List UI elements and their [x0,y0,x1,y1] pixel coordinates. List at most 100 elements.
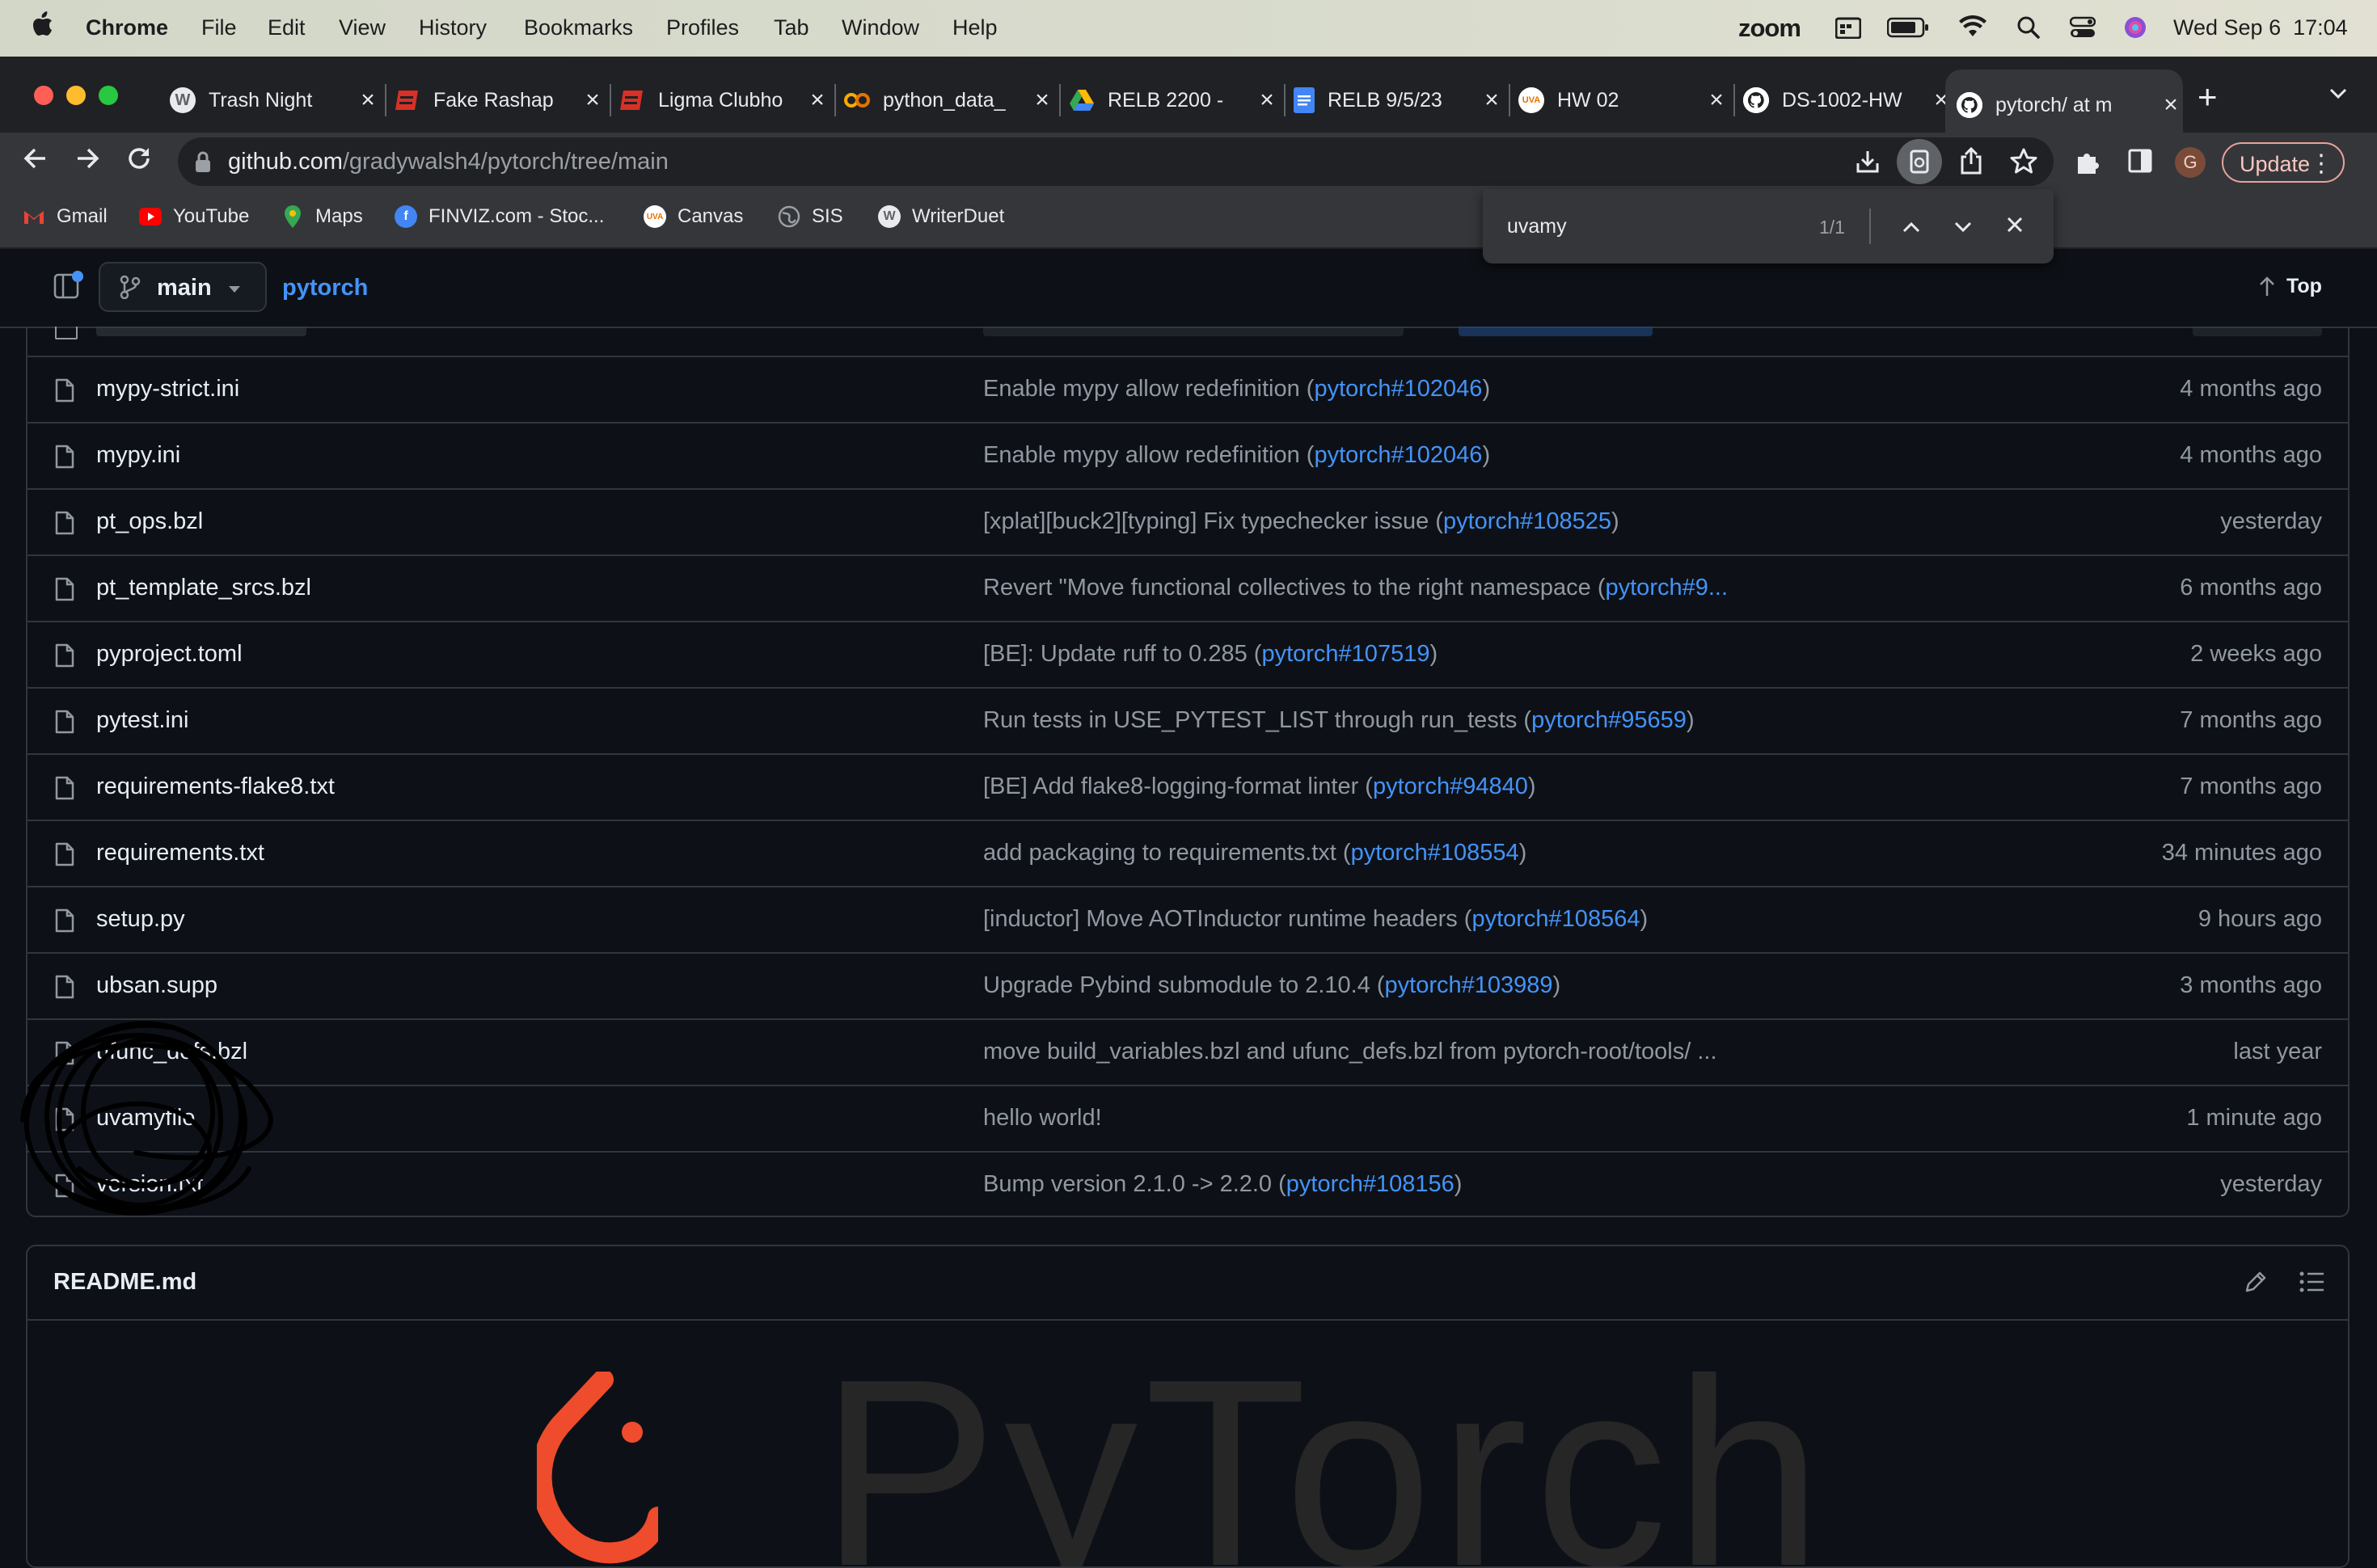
menu-history[interactable]: History [419,15,487,40]
browser-tab[interactable]: RELB 2200 - × [1069,74,1279,126]
file-tree-toggle-icon[interactable] [52,270,84,306]
commit-message-link[interactable]: hello world! [983,1105,1102,1132]
find-previous-chevron-up-icon[interactable] [1897,212,1926,241]
side-panel-icon[interactable] [2128,149,2152,177]
edit-pencil-icon[interactable] [2243,1269,2269,1299]
repo-name-link[interactable]: pytorch [282,275,368,301]
bookmark-item[interactable]: Maps [281,205,363,228]
pull-request-link[interactable]: pytorch#108564 [1471,906,1640,932]
commit-message-link[interactable]: [xplat][buck2][typing] Fix typechecker i… [983,508,1619,535]
menubar-clock[interactable]: Wed Sep 6 17:04 [2173,15,2348,40]
app-menu-chrome[interactable]: Chrome [86,15,168,40]
menu-bookmarks[interactable]: Bookmarks [524,15,633,40]
minimize-window-button[interactable] [66,86,86,105]
commit-age[interactable]: 7 months ago [2180,773,2322,800]
menu-edit[interactable]: Edit [268,15,306,40]
commit-age[interactable]: 34 minutes ago [2162,840,2322,866]
pull-request-link[interactable]: pytorch#102046 [1314,442,1482,468]
close-window-button[interactable] [34,86,53,105]
readme-title[interactable]: README.md [53,1269,196,1296]
outline-list-icon[interactable] [2299,1271,2325,1297]
file-name-link[interactable]: requirements-flake8.txt [96,773,335,800]
commit-age[interactable]: 4 months ago [2180,376,2322,403]
tab-close-icon[interactable]: × [1030,86,1054,114]
commit-age[interactable]: yesterday [2220,1171,2322,1198]
file-name-link[interactable]: setup.py [96,906,185,933]
find-close-icon[interactable] [2000,212,2029,241]
commit-age[interactable]: last year [2233,1039,2322,1065]
file-name-link[interactable]: pt_template_srcs.bzl [96,575,311,601]
install-app-icon[interactable] [1855,149,1881,179]
battery-icon[interactable] [1886,17,1929,44]
arrow-up-icon[interactable] [2257,275,2277,301]
file-name-link[interactable]: pytest.ini [96,707,188,734]
commit-message-link[interactable]: add packaging to requirements.txt (pytor… [983,840,1526,866]
commit-age[interactable]: 9 hours ago [2198,906,2322,933]
zoom-status-item[interactable]: zoom [1738,14,1801,43]
url-text[interactable]: github.com/gradywalsh4/pytorch/tree/main [228,149,669,175]
tab-close-icon[interactable]: × [2159,91,2183,119]
menu-help[interactable]: Help [952,15,998,40]
commit-message-link[interactable]: Enable mypy allow redefinition (pytorch#… [983,376,1490,403]
commit-message-link[interactable]: Run tests in USE_PYTEST_LIST through run… [983,707,1695,734]
find-next-chevron-down-icon[interactable] [1948,212,1978,241]
find-input[interactable]: uvamy [1507,215,1567,238]
bookmark-item[interactable]: f FINVIZ.com - Stoc... [395,205,604,228]
commit-message-link[interactable]: [inductor] Move AOTInductor runtime head… [983,906,1648,933]
tab-close-icon[interactable]: × [805,86,830,114]
commit-message-link[interactable]: Bump version 2.1.0 -> 2.2.0 (pytorch#108… [983,1171,1462,1198]
file-name-link[interactable]: mypy-strict.ini [96,376,239,403]
menu-view[interactable]: View [339,15,386,40]
tab-close-icon[interactable]: × [356,86,380,114]
commit-message-link[interactable]: Upgrade Pybind submodule to 2.10.4 (pyto… [983,972,1560,999]
tab-close-icon[interactable]: × [1480,86,1504,114]
browser-tab[interactable]: Fake Rashap × [395,74,605,126]
menu-window[interactable]: Window [842,15,919,40]
zoom-window-button[interactable] [99,86,118,105]
browser-tab[interactable]: python_data_ × [844,74,1054,126]
file-name-link[interactable]: pyproject.toml [96,641,243,668]
pull-request-link[interactable]: pytorch#95659 [1531,707,1687,733]
pull-request-link[interactable]: pytorch#108156 [1286,1171,1454,1197]
new-tab-button[interactable]: + [2198,80,2218,114]
apple-icon[interactable] [32,11,53,43]
commit-message-link[interactable]: Revert "Move functional collectives to t… [983,575,1728,601]
lock-icon[interactable] [194,150,212,177]
commit-message-link[interactable]: Enable mypy allow redefinition (pytorch#… [983,442,1490,469]
browser-tab[interactable]: W Trash Night × [170,74,380,126]
browser-tab[interactable]: RELB 9/5/23 × [1294,74,1504,126]
commit-age[interactable]: 1 minute ago [2186,1105,2322,1132]
browser-tab[interactable]: Ligma Clubho × [619,74,830,126]
reload-icon[interactable] [123,145,155,178]
commit-age[interactable]: 3 months ago [2180,972,2322,999]
share-icon[interactable] [1960,146,1982,179]
file-name-link[interactable]: requirements.txt [96,840,264,866]
back-arrow-icon[interactable] [19,145,52,178]
siri-icon[interactable] [2123,15,2147,45]
tab-close-icon[interactable]: × [1255,86,1279,114]
control-center-icon[interactable] [2069,16,2096,44]
commit-age[interactable]: 6 months ago [2180,575,2322,601]
spotlight-search-icon[interactable] [2016,15,2041,45]
pull-request-link[interactable]: pytorch#103989 [1385,972,1553,998]
tab-close-icon[interactable]: × [581,86,605,114]
file-name-link[interactable]: mypy.ini [96,442,180,469]
commit-age[interactable]: 2 weeks ago [2190,641,2322,668]
bookmark-item[interactable]: SIS [778,205,843,228]
browser-tab[interactable]: pytorch/ at m × [1945,70,2183,141]
pull-request-link[interactable]: pytorch#107519 [1261,641,1429,667]
pull-request-link[interactable]: pytorch#108554 [1351,840,1519,866]
file-name-link[interactable]: ubsan.supp [96,972,217,999]
menu-profiles[interactable]: Profiles [666,15,739,40]
commit-message-link[interactable]: move build_variables.bzl and ufunc_defs.… [983,1039,1717,1065]
bookmark-item[interactable]: W WriterDuet [878,205,1004,228]
commit-age[interactable]: yesterday [2220,508,2322,535]
find-in-page-icon[interactable] [1897,139,1942,184]
commit-age[interactable]: 7 months ago [2180,707,2322,734]
commit-message-link[interactable]: [BE]: Update ruff to 0.285 (pytorch#1075… [983,641,1438,668]
calendar-status-icon[interactable] [1834,16,1862,44]
extensions-icon[interactable] [2075,149,2100,179]
pull-request-link[interactable]: pytorch#94840 [1373,773,1528,799]
bookmark-item[interactable]: YouTube [139,205,249,228]
file-name-link[interactable]: pt_ops.bzl [96,508,203,535]
